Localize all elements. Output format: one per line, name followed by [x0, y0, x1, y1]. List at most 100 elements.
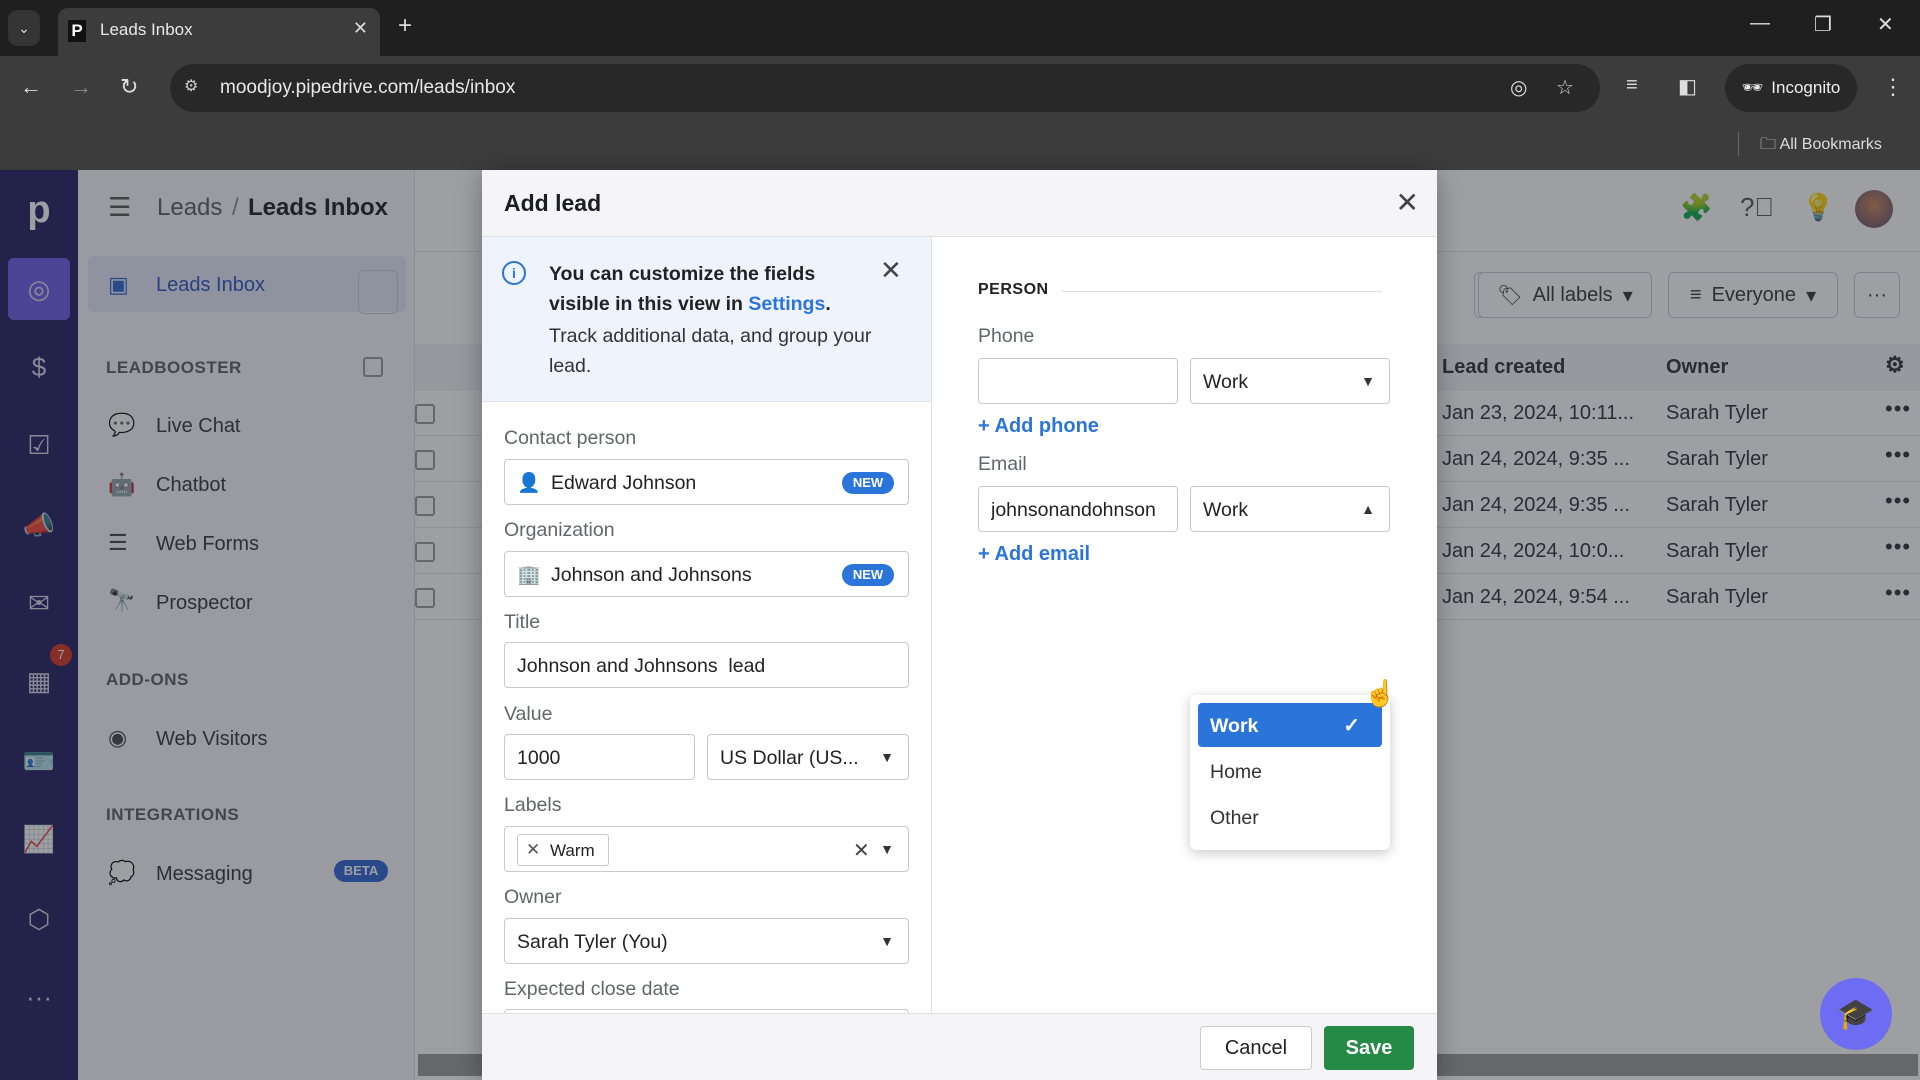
back-icon[interactable]: ← — [20, 74, 42, 100]
caret-down-icon: ▼ — [880, 933, 894, 949]
organization-label: Organization — [504, 519, 615, 541]
title-label: Title — [504, 611, 541, 633]
pipedrive-app: p ◎ $ ☑ 📣 ✉ ▦ 7 🪪 📈 ⬡ ··· ▣ Leads Inbox … — [0, 170, 1920, 1080]
reload-icon[interactable]: ↻ — [120, 74, 138, 100]
incognito-icon: 🕶 — [1741, 78, 1764, 97]
lead-fields-column: i You can customize the fields visible i… — [482, 237, 932, 1013]
phone-label: Phone — [978, 325, 1035, 347]
contact-person-field[interactable]: 👤 Edward Johnson NEW — [504, 459, 909, 505]
bookmarks-bar: 🗀 All Bookmarks — [0, 120, 1920, 170]
email-input[interactable]: johnsonandohnson — [978, 486, 1178, 532]
cancel-button[interactable]: Cancel — [1200, 1026, 1312, 1070]
customize-info-banner: i You can customize the fields visible i… — [482, 237, 931, 402]
add-phone-link[interactable]: + Add phone — [978, 415, 1099, 438]
modal-title: Add lead — [504, 190, 602, 216]
remove-label-icon[interactable]: ✕ — [526, 840, 540, 860]
email-type-select[interactable]: Work ▲ — [1190, 486, 1390, 532]
site-info-icon[interactable]: ⚙ — [184, 76, 198, 96]
academy-button[interactable]: 🎓 — [1820, 978, 1892, 1050]
graduation-cap-icon: 🎓 — [1837, 997, 1875, 1031]
folder-icon: 🗀 — [1760, 136, 1780, 153]
incognito-label: Incognito — [1771, 78, 1841, 97]
currency-select[interactable]: US Dollar (US... ▼ — [707, 734, 909, 780]
person-fields-column: PERSON Phone Work ▼ + Add phone Email jo… — [932, 237, 1437, 1013]
owner-label: Owner — [504, 886, 562, 908]
modal-footer: Cancel Save — [482, 1013, 1437, 1080]
modal-header: Add lead ✕ — [482, 170, 1437, 237]
dismiss-banner-icon[interactable]: ✕ — [880, 255, 902, 286]
side-panel-icon[interactable]: ◧ — [1678, 74, 1697, 99]
close-tab-icon[interactable]: ✕ — [353, 18, 368, 39]
new-badge: NEW — [842, 564, 894, 586]
pipedrive-favicon-icon: P — [68, 20, 86, 42]
forward-icon[interactable]: → — [70, 74, 92, 100]
all-bookmarks-label: All Bookmarks — [1779, 136, 1882, 153]
expected-close-date-label: Expected close date — [504, 978, 680, 1000]
menu-option-label: Other — [1210, 807, 1259, 829]
new-tab-button[interactable]: + — [398, 12, 412, 40]
labels-label: Labels — [504, 794, 562, 816]
divider — [1738, 132, 1739, 156]
email-type-value: Work — [1203, 499, 1249, 521]
info-text: You can customize the fields visible in … — [549, 263, 831, 315]
label-chip-text: Warm — [550, 841, 595, 860]
tab-list-button[interactable]: ⌄ — [8, 10, 40, 46]
hand-cursor-icon: ☝ — [1364, 678, 1397, 708]
label-chip: ✕ Warm — [517, 834, 609, 866]
new-badge: NEW — [842, 472, 894, 494]
caret-down-icon: ▼ — [880, 749, 894, 765]
value-amount: 1000 — [517, 747, 561, 769]
info-icon: i — [502, 261, 526, 285]
all-bookmarks-button[interactable]: 🗀 All Bookmarks — [1760, 133, 1882, 160]
browser-toolbar: ← → ↻ ⚙ moodjoy.pipedrive.com/leads/inbo… — [0, 56, 1920, 120]
menu-option-other[interactable]: Other — [1198, 795, 1382, 839]
menu-option-work[interactable]: Work ✓ — [1198, 703, 1382, 747]
value-label: Value — [504, 703, 553, 725]
info-subtext: Track additional data, and group your le… — [549, 325, 872, 377]
owner-select[interactable]: Sarah Tyler (You) ▼ — [504, 918, 909, 964]
owner-value: Sarah Tyler (You) — [517, 931, 668, 953]
add-lead-modal: Add lead ✕ i You can customize the field… — [482, 170, 1437, 1080]
menu-option-home[interactable]: Home — [1198, 749, 1382, 793]
organization-value: Johnson and Johnsons — [551, 564, 752, 586]
close-window-icon[interactable]: ✕ — [1877, 12, 1894, 37]
close-modal-icon[interactable]: ✕ — [1396, 186, 1419, 219]
phone-type-value: Work — [1203, 371, 1249, 393]
phone-input[interactable] — [978, 358, 1178, 404]
contact-person-value: Edward Johnson — [551, 472, 697, 494]
menu-option-label: Work — [1210, 715, 1259, 737]
contact-person-label: Contact person — [504, 427, 637, 449]
caret-down-icon: ▼ — [1361, 373, 1375, 389]
chevron-down-icon: ⌄ — [18, 19, 30, 36]
url-text[interactable]: moodjoy.pipedrive.com/leads/inbox — [220, 77, 515, 99]
title-input[interactable]: Johnson and Johnsons lead — [504, 642, 909, 688]
star-icon[interactable]: ☆ — [1556, 75, 1574, 100]
save-button[interactable]: Save — [1324, 1026, 1414, 1070]
checkmark-icon: ✓ — [1343, 715, 1360, 737]
caret-down-icon: ▼ — [880, 841, 894, 857]
value-amount-input[interactable]: 1000 — [504, 734, 695, 780]
email-label: Email — [978, 453, 1027, 475]
clear-labels-icon[interactable]: ✕ — [853, 838, 870, 863]
settings-link[interactable]: Settings — [748, 293, 825, 315]
person-icon: 👤 — [517, 473, 541, 494]
browser-tab-bar: ⌄ P Leads Inbox ✕ + — ❐ ✕ — [0, 0, 1920, 56]
organization-field[interactable]: 🏢 Johnson and Johnsons NEW — [504, 551, 909, 597]
minimize-icon[interactable]: — — [1750, 12, 1770, 35]
media-icon[interactable]: ≡ — [1626, 74, 1638, 97]
labels-select[interactable]: ✕ Warm ✕ ▼ — [504, 826, 909, 872]
caret-up-icon: ▲ — [1361, 501, 1375, 517]
add-email-link[interactable]: + Add email — [978, 543, 1090, 566]
incognito-indicator[interactable]: 🕶 Incognito — [1725, 64, 1857, 112]
browser-tab[interactable]: P Leads Inbox ✕ — [58, 8, 380, 56]
email-type-menu: Work ✓ Home Other — [1190, 695, 1390, 850]
email-value: johnsonandohnson — [991, 499, 1156, 521]
address-bar[interactable]: ⚙ moodjoy.pipedrive.com/leads/inbox ◎ ☆ — [170, 64, 1600, 112]
building-icon: 🏢 — [517, 565, 541, 586]
menu-option-label: Home — [1210, 761, 1263, 783]
phone-type-select[interactable]: Work ▼ — [1190, 358, 1390, 404]
restore-icon[interactable]: ❐ — [1814, 12, 1832, 37]
browser-menu-icon[interactable]: ⋮ — [1882, 74, 1904, 100]
person-section-title: PERSON — [978, 281, 1049, 298]
eye-off-icon[interactable]: ◎ — [1510, 75, 1527, 100]
